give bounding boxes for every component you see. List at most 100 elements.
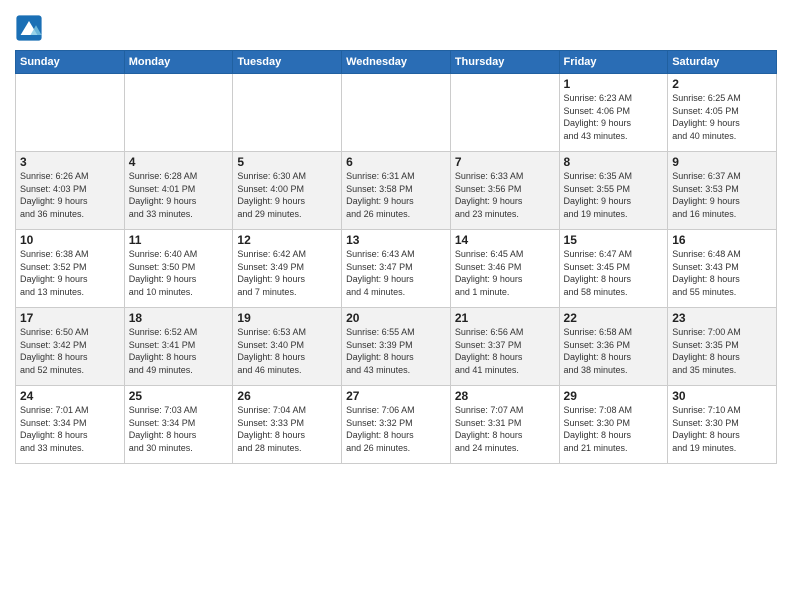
day-number: 16 <box>672 233 772 247</box>
day-number: 12 <box>237 233 337 247</box>
week-row-1: 3Sunrise: 6:26 AM Sunset: 4:03 PM Daylig… <box>16 152 777 230</box>
day-info: Sunrise: 7:04 AM Sunset: 3:33 PM Dayligh… <box>237 404 337 454</box>
day-info: Sunrise: 7:06 AM Sunset: 3:32 PM Dayligh… <box>346 404 446 454</box>
day-cell: 4Sunrise: 6:28 AM Sunset: 4:01 PM Daylig… <box>124 152 233 230</box>
day-cell: 28Sunrise: 7:07 AM Sunset: 3:31 PM Dayli… <box>450 386 559 464</box>
day-info: Sunrise: 7:03 AM Sunset: 3:34 PM Dayligh… <box>129 404 229 454</box>
day-number: 10 <box>20 233 120 247</box>
day-info: Sunrise: 6:28 AM Sunset: 4:01 PM Dayligh… <box>129 170 229 220</box>
day-number: 14 <box>455 233 555 247</box>
day-number: 21 <box>455 311 555 325</box>
day-info: Sunrise: 6:42 AM Sunset: 3:49 PM Dayligh… <box>237 248 337 298</box>
day-info: Sunrise: 6:38 AM Sunset: 3:52 PM Dayligh… <box>20 248 120 298</box>
day-number: 26 <box>237 389 337 403</box>
header-cell-wednesday: Wednesday <box>342 51 451 74</box>
day-cell: 5Sunrise: 6:30 AM Sunset: 4:00 PM Daylig… <box>233 152 342 230</box>
day-info: Sunrise: 7:08 AM Sunset: 3:30 PM Dayligh… <box>564 404 664 454</box>
day-info: Sunrise: 6:50 AM Sunset: 3:42 PM Dayligh… <box>20 326 120 376</box>
header-cell-sunday: Sunday <box>16 51 125 74</box>
day-info: Sunrise: 6:35 AM Sunset: 3:55 PM Dayligh… <box>564 170 664 220</box>
logo <box>15 14 47 42</box>
day-cell: 10Sunrise: 6:38 AM Sunset: 3:52 PM Dayli… <box>16 230 125 308</box>
week-row-4: 24Sunrise: 7:01 AM Sunset: 3:34 PM Dayli… <box>16 386 777 464</box>
day-number: 5 <box>237 155 337 169</box>
day-info: Sunrise: 6:33 AM Sunset: 3:56 PM Dayligh… <box>455 170 555 220</box>
day-cell: 20Sunrise: 6:55 AM Sunset: 3:39 PM Dayli… <box>342 308 451 386</box>
day-info: Sunrise: 7:10 AM Sunset: 3:30 PM Dayligh… <box>672 404 772 454</box>
day-number: 19 <box>237 311 337 325</box>
header-cell-saturday: Saturday <box>668 51 777 74</box>
day-cell: 7Sunrise: 6:33 AM Sunset: 3:56 PM Daylig… <box>450 152 559 230</box>
day-info: Sunrise: 6:25 AM Sunset: 4:05 PM Dayligh… <box>672 92 772 142</box>
day-number: 29 <box>564 389 664 403</box>
day-cell: 21Sunrise: 6:56 AM Sunset: 3:37 PM Dayli… <box>450 308 559 386</box>
day-cell <box>16 74 125 152</box>
day-info: Sunrise: 6:48 AM Sunset: 3:43 PM Dayligh… <box>672 248 772 298</box>
day-cell: 16Sunrise: 6:48 AM Sunset: 3:43 PM Dayli… <box>668 230 777 308</box>
day-cell: 15Sunrise: 6:47 AM Sunset: 3:45 PM Dayli… <box>559 230 668 308</box>
day-info: Sunrise: 6:56 AM Sunset: 3:37 PM Dayligh… <box>455 326 555 376</box>
day-info: Sunrise: 6:52 AM Sunset: 3:41 PM Dayligh… <box>129 326 229 376</box>
day-number: 11 <box>129 233 229 247</box>
day-info: Sunrise: 6:45 AM Sunset: 3:46 PM Dayligh… <box>455 248 555 298</box>
day-number: 20 <box>346 311 446 325</box>
day-info: Sunrise: 6:37 AM Sunset: 3:53 PM Dayligh… <box>672 170 772 220</box>
day-info: Sunrise: 6:23 AM Sunset: 4:06 PM Dayligh… <box>564 92 664 142</box>
header-cell-thursday: Thursday <box>450 51 559 74</box>
day-cell <box>450 74 559 152</box>
day-cell: 30Sunrise: 7:10 AM Sunset: 3:30 PM Dayli… <box>668 386 777 464</box>
logo-icon <box>15 14 43 42</box>
day-cell: 6Sunrise: 6:31 AM Sunset: 3:58 PM Daylig… <box>342 152 451 230</box>
header-row: SundayMondayTuesdayWednesdayThursdayFrid… <box>16 51 777 74</box>
day-cell: 17Sunrise: 6:50 AM Sunset: 3:42 PM Dayli… <box>16 308 125 386</box>
week-row-0: 1Sunrise: 6:23 AM Sunset: 4:06 PM Daylig… <box>16 74 777 152</box>
day-cell: 22Sunrise: 6:58 AM Sunset: 3:36 PM Dayli… <box>559 308 668 386</box>
day-cell: 23Sunrise: 7:00 AM Sunset: 3:35 PM Dayli… <box>668 308 777 386</box>
day-number: 8 <box>564 155 664 169</box>
calendar-table: SundayMondayTuesdayWednesdayThursdayFrid… <box>15 50 777 464</box>
main-container: SundayMondayTuesdayWednesdayThursdayFrid… <box>0 0 792 474</box>
day-number: 15 <box>564 233 664 247</box>
day-cell <box>342 74 451 152</box>
day-number: 7 <box>455 155 555 169</box>
day-info: Sunrise: 6:40 AM Sunset: 3:50 PM Dayligh… <box>129 248 229 298</box>
day-cell: 24Sunrise: 7:01 AM Sunset: 3:34 PM Dayli… <box>16 386 125 464</box>
day-number: 28 <box>455 389 555 403</box>
day-number: 3 <box>20 155 120 169</box>
day-cell: 1Sunrise: 6:23 AM Sunset: 4:06 PM Daylig… <box>559 74 668 152</box>
day-number: 18 <box>129 311 229 325</box>
day-cell: 8Sunrise: 6:35 AM Sunset: 3:55 PM Daylig… <box>559 152 668 230</box>
week-row-2: 10Sunrise: 6:38 AM Sunset: 3:52 PM Dayli… <box>16 230 777 308</box>
day-number: 23 <box>672 311 772 325</box>
day-info: Sunrise: 6:26 AM Sunset: 4:03 PM Dayligh… <box>20 170 120 220</box>
day-cell: 27Sunrise: 7:06 AM Sunset: 3:32 PM Dayli… <box>342 386 451 464</box>
day-info: Sunrise: 7:00 AM Sunset: 3:35 PM Dayligh… <box>672 326 772 376</box>
header-cell-friday: Friday <box>559 51 668 74</box>
day-cell: 25Sunrise: 7:03 AM Sunset: 3:34 PM Dayli… <box>124 386 233 464</box>
day-info: Sunrise: 6:30 AM Sunset: 4:00 PM Dayligh… <box>237 170 337 220</box>
day-info: Sunrise: 6:58 AM Sunset: 3:36 PM Dayligh… <box>564 326 664 376</box>
day-cell: 11Sunrise: 6:40 AM Sunset: 3:50 PM Dayli… <box>124 230 233 308</box>
day-cell: 2Sunrise: 6:25 AM Sunset: 4:05 PM Daylig… <box>668 74 777 152</box>
day-info: Sunrise: 6:53 AM Sunset: 3:40 PM Dayligh… <box>237 326 337 376</box>
day-cell: 18Sunrise: 6:52 AM Sunset: 3:41 PM Dayli… <box>124 308 233 386</box>
day-info: Sunrise: 6:43 AM Sunset: 3:47 PM Dayligh… <box>346 248 446 298</box>
day-cell: 14Sunrise: 6:45 AM Sunset: 3:46 PM Dayli… <box>450 230 559 308</box>
day-number: 9 <box>672 155 772 169</box>
header <box>15 10 777 42</box>
day-info: Sunrise: 6:55 AM Sunset: 3:39 PM Dayligh… <box>346 326 446 376</box>
day-info: Sunrise: 7:07 AM Sunset: 3:31 PM Dayligh… <box>455 404 555 454</box>
day-info: Sunrise: 6:31 AM Sunset: 3:58 PM Dayligh… <box>346 170 446 220</box>
day-number: 6 <box>346 155 446 169</box>
day-cell: 19Sunrise: 6:53 AM Sunset: 3:40 PM Dayli… <box>233 308 342 386</box>
day-cell: 13Sunrise: 6:43 AM Sunset: 3:47 PM Dayli… <box>342 230 451 308</box>
day-number: 17 <box>20 311 120 325</box>
day-cell: 3Sunrise: 6:26 AM Sunset: 4:03 PM Daylig… <box>16 152 125 230</box>
day-number: 30 <box>672 389 772 403</box>
day-number: 27 <box>346 389 446 403</box>
day-cell <box>233 74 342 152</box>
day-cell: 9Sunrise: 6:37 AM Sunset: 3:53 PM Daylig… <box>668 152 777 230</box>
day-info: Sunrise: 6:47 AM Sunset: 3:45 PM Dayligh… <box>564 248 664 298</box>
header-cell-monday: Monday <box>124 51 233 74</box>
day-number: 24 <box>20 389 120 403</box>
